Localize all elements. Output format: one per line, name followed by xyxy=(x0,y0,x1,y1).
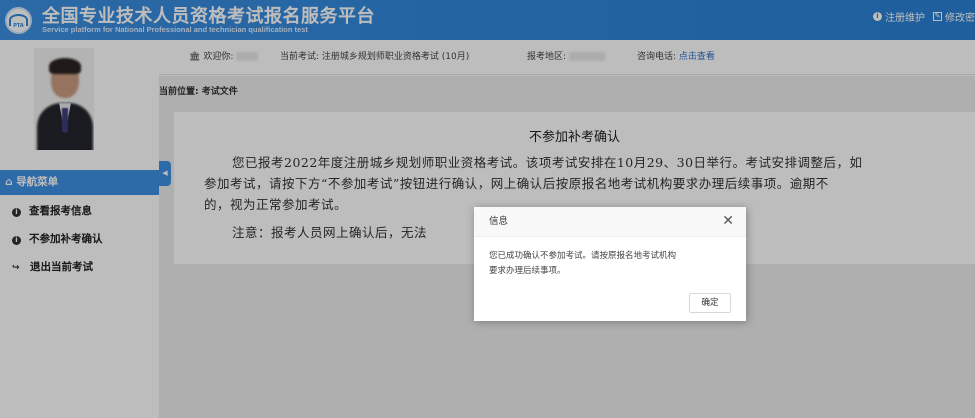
dialog-title: 信息 xyxy=(489,216,509,227)
info-dialog: 信息 ✕ 您已成功确认不参加考试。请按原报名地考试机构 要求办理后续事项。 确定 xyxy=(474,207,746,321)
ok-button[interactable]: 确定 xyxy=(689,293,731,313)
dialog-message-line: 要求办理后续事项。 xyxy=(489,266,566,276)
dialog-message: 您已成功确认不参加考试。请按原报名地考试机构 要求办理后续事项。 xyxy=(489,249,734,279)
dialog-header: 信息 xyxy=(474,207,746,237)
close-icon[interactable]: ✕ xyxy=(722,213,734,229)
dialog-message-line: 您已成功确认不参加考试。请按原报名地考试机构 xyxy=(489,251,677,261)
